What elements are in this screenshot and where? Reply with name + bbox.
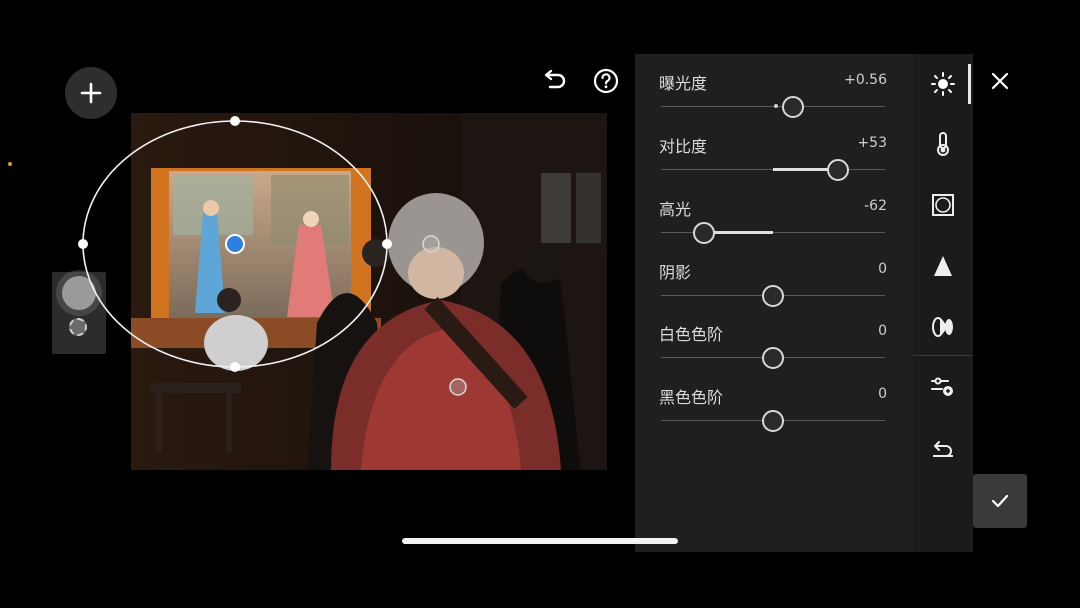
slider-contrast[interactable]: 对比度 +53	[635, 133, 913, 193]
tool-strip-divider	[913, 355, 973, 356]
tool-undo-mask[interactable]	[927, 431, 959, 463]
tool-mask-settings[interactable]	[927, 371, 959, 403]
slider-label: 阴影	[659, 263, 692, 282]
vignette-icon	[932, 194, 954, 216]
home-indicator	[402, 538, 678, 544]
tool-strip	[913, 54, 973, 552]
question-icon	[593, 68, 619, 94]
sharpen-icon	[934, 256, 952, 276]
color-temp-icon	[937, 132, 949, 156]
slider-exposure[interactable]: 曝光度 +0.56	[635, 70, 913, 130]
slider-value: +53	[857, 135, 887, 151]
slider-shadows[interactable]: 阴影 0	[635, 259, 913, 319]
brush-size-small-icon[interactable]	[69, 318, 87, 336]
slider-value: 0	[878, 261, 887, 277]
slider-value: -62	[864, 198, 887, 214]
adjustment-panel: 曝光度 +0.56 对比度 +53 高光 -62 阴影 0 白色色阶 0 黑色色…	[635, 54, 913, 552]
plus-icon	[80, 82, 102, 104]
canvas-indicator-dot	[8, 162, 12, 166]
photo-image	[131, 113, 607, 470]
confirm-button[interactable]	[973, 474, 1027, 528]
slider-label: 曝光度	[659, 74, 708, 93]
slider-value: 0	[878, 386, 887, 402]
tool-color[interactable]	[927, 128, 959, 160]
help-button[interactable]	[592, 67, 620, 95]
slider-value: +0.56	[844, 72, 887, 88]
brush-size-panel[interactable]	[52, 272, 106, 354]
brush-size-large-icon[interactable]	[62, 276, 96, 310]
slider-thumb[interactable]	[692, 222, 715, 244]
slider-track[interactable]	[661, 106, 885, 107]
tool-optics[interactable]	[927, 311, 959, 343]
light-icon	[931, 72, 955, 96]
slider-thumb[interactable]	[826, 159, 849, 181]
undo-button[interactable]	[538, 66, 568, 96]
undo-arrow-icon	[544, 69, 566, 89]
mask-handle-left[interactable]	[78, 239, 88, 249]
tool-detail[interactable]	[927, 250, 959, 282]
slider-label: 高光	[659, 200, 692, 219]
tool-effects[interactable]	[927, 189, 959, 221]
undo-icon	[933, 441, 953, 457]
slider-label: 黑色色阶	[659, 388, 724, 407]
add-mask-button[interactable]	[65, 67, 117, 119]
close-icon	[991, 72, 1009, 90]
slider-center-dot	[774, 104, 778, 108]
slider-thumb[interactable]	[782, 96, 805, 118]
slider-label: 白色色阶	[659, 325, 724, 344]
photo-canvas[interactable]	[131, 113, 607, 470]
slider-thumb[interactable]	[762, 347, 784, 369]
slider-thumb[interactable]	[762, 410, 784, 432]
tool-light[interactable]	[927, 68, 959, 100]
optics-icon	[932, 317, 953, 337]
slider-whites[interactable]: 白色色阶 0	[635, 321, 913, 381]
slider-value: 0	[878, 323, 887, 339]
adjust-reset-icon	[931, 377, 953, 396]
slider-highlights[interactable]: 高光 -62	[635, 196, 913, 256]
slider-label: 对比度	[659, 137, 708, 156]
close-button[interactable]	[986, 67, 1014, 95]
checkmark-icon	[991, 494, 1009, 508]
slider-thumb[interactable]	[762, 285, 784, 307]
selected-tool-indicator	[968, 64, 971, 104]
slider-blacks[interactable]: 黑色色阶 0	[635, 384, 913, 444]
